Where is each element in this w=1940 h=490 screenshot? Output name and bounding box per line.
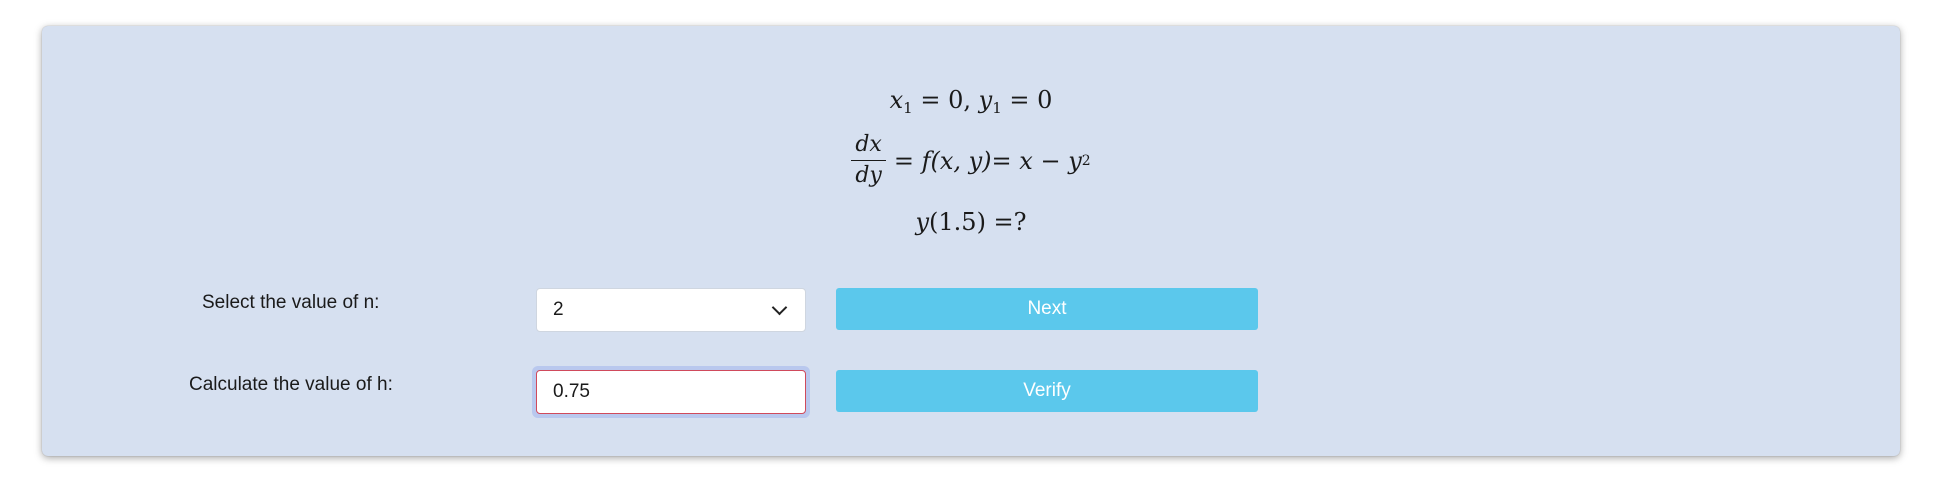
next-button[interactable]: Next [836, 288, 1258, 330]
target-question: y(1.5) =? [42, 208, 1900, 236]
derivative-fraction: dx dy [851, 132, 886, 189]
n-select[interactable]: 2 [536, 288, 806, 332]
n-selected-value: 2 [553, 299, 564, 320]
h-input-focus-ring: 0.75 [532, 366, 810, 418]
target-argument: (1.5) =? [929, 208, 1027, 236]
function-expression: = x − y [991, 146, 1082, 175]
h-input-value: 0.75 [553, 381, 590, 402]
target-function: y [915, 208, 930, 236]
equals-sign: = [893, 146, 914, 175]
verify-button[interactable]: Verify [836, 370, 1258, 412]
initial-conditions: x1 = 0, y1 = 0 [42, 86, 1900, 117]
n-label: Select the value of n: [202, 292, 380, 313]
fraction-numerator: dx [851, 132, 886, 161]
y-variable: y [978, 86, 993, 114]
x-variable: x [889, 86, 904, 114]
function-args: (x, y) [930, 146, 992, 175]
chevron-down-icon [771, 299, 788, 315]
y-equals: = 0 [1001, 86, 1053, 114]
h-label: Calculate the value of h: [189, 374, 393, 395]
y-subscript: 1 [992, 99, 1002, 117]
x-equals: = 0, [912, 86, 979, 114]
differential-equation: dx dy = f (x, y) = x − y2 [42, 132, 1900, 189]
fraction-denominator: dy [855, 163, 882, 188]
function-name: f [921, 146, 931, 175]
exponent: 2 [1081, 152, 1091, 169]
h-input[interactable]: 0.75 [536, 370, 806, 414]
problem-card: x1 = 0, y1 = 0 dx dy = f (x, y) = x − y2 … [42, 26, 1900, 456]
x-subscript: 1 [903, 99, 913, 117]
